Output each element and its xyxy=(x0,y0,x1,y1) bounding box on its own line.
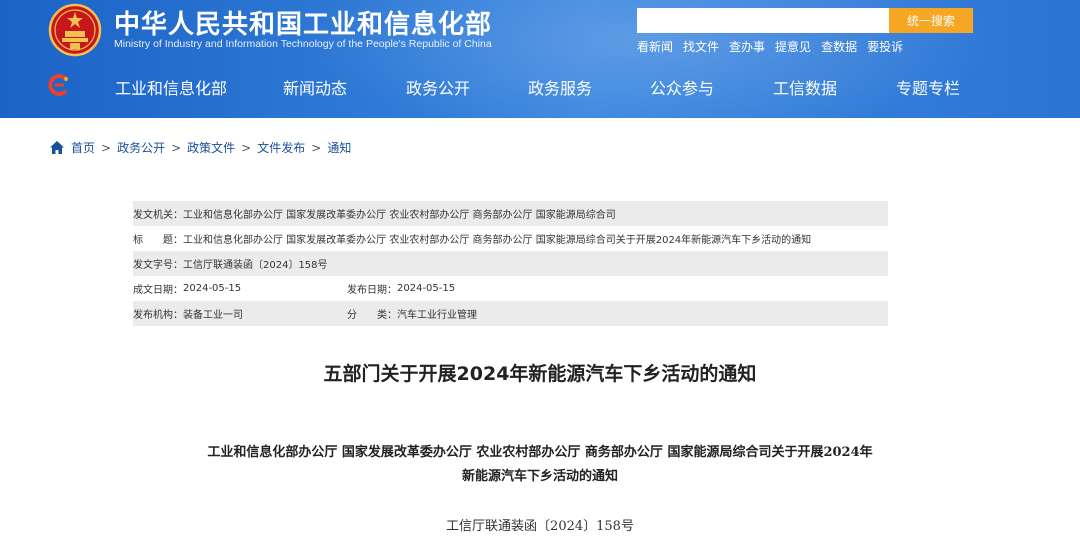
article-doc-number: 工信厅联通装函〔2024〕158号 xyxy=(446,519,634,534)
nav-item-data[interactable]: 工信数据 xyxy=(773,75,837,99)
site-subtitle: Ministry of Industry and Information Tec… xyxy=(114,38,492,50)
info-row-issuer: 发文机关： 工业和信息化部办公厅 国家发展改革委办公厅 农业农村部办公厅 商务部… xyxy=(133,201,888,226)
doc-number-label: 发文字号： xyxy=(133,260,183,271)
title-label: 标 题： xyxy=(133,235,183,246)
breadcrumb-document-release[interactable]: 文件发布 xyxy=(257,139,305,156)
breadcrumb-home[interactable]: 首页 xyxy=(71,139,95,156)
created-date-value: 2024-05-15 xyxy=(183,283,242,294)
category-value[interactable]: 汽车工业行业管理 xyxy=(397,306,477,321)
breadcrumb-separator: > xyxy=(311,140,322,155)
breadcrumb: 首页 > 政务公开 > 政策文件 > 文件发布 > 通知 xyxy=(50,139,351,156)
nav-item-public-participation[interactable]: 公众参与 xyxy=(650,75,714,99)
breadcrumb-government-affairs[interactable]: 政务公开 xyxy=(117,139,165,156)
doc-number-value: 工信厅联通装函〔2024〕158号 xyxy=(183,260,328,271)
breadcrumb-notice[interactable]: 通知 xyxy=(327,139,351,156)
nav-item-special-topics[interactable]: 专题专栏 xyxy=(896,75,960,99)
site-title[interactable]: 中华人民共和国工业和信息化部 xyxy=(114,4,492,41)
breadcrumb-separator: > xyxy=(101,140,112,155)
agency-label: 发布机构： xyxy=(133,310,183,321)
quick-link-data[interactable]: 查数据 xyxy=(821,38,857,55)
quick-link-news[interactable]: 看新闻 xyxy=(637,38,673,55)
agency-value: 装备工业一司 xyxy=(183,310,243,321)
breadcrumb-separator: > xyxy=(241,140,252,155)
nav-item-miit[interactable]: 工业和信息化部 xyxy=(115,75,227,99)
breadcrumb-separator: > xyxy=(171,140,182,155)
published-date-label: 发布日期： xyxy=(347,285,397,296)
home-icon xyxy=(50,141,64,154)
site-header: 中华人民共和国工业和信息化部 Ministry of Industry and … xyxy=(0,0,1080,118)
article-heading: 工业和信息化部办公厅 国家发展改革委办公厅 农业农村部办公厅 商务部办公厅 国家… xyxy=(135,441,945,489)
info-row-doc-number: 发文字号： 工信厅联通装函〔2024〕158号 xyxy=(133,251,888,276)
info-row-agency: 发布机构： 装备工业一司 分 类： 汽车工业行业管理 xyxy=(133,301,888,326)
nav-item-government-affairs[interactable]: 政务公开 xyxy=(406,75,470,99)
article-heading-line: 工业和信息化部办公厅 国家发展改革委办公厅 农业农村部办公厅 商务部办公厅 国家… xyxy=(207,445,873,460)
issuer-label: 发文机关： xyxy=(133,210,183,221)
quick-link-feedback[interactable]: 提意见 xyxy=(775,38,811,55)
article-heading-line: 新能源汽车下乡活动的通知 xyxy=(461,469,618,484)
search-button[interactable]: 统一搜索 xyxy=(889,8,973,33)
quick-link-services[interactable]: 查办事 xyxy=(729,38,765,55)
quick-links: 看新闻 找文件 查办事 提意见 查数据 要投诉 xyxy=(637,38,903,55)
quick-link-files[interactable]: 找文件 xyxy=(683,38,719,55)
breadcrumb-policy-documents[interactable]: 政策文件 xyxy=(187,139,235,156)
info-row-dates: 成文日期： 2024-05-15 发布日期： 2024-05-15 xyxy=(133,276,888,301)
national-emblem-icon[interactable] xyxy=(48,3,102,57)
main-nav: 工业和信息化部 新闻动态 政务公开 政务服务 公众参与 工信数据 专题专栏 xyxy=(0,72,1080,102)
info-row-title: 标 题： 工业和信息化部办公厅 国家发展改革委办公厅 农业农村部办公厅 商务部办… xyxy=(133,226,888,251)
quick-link-complaint[interactable]: 要投诉 xyxy=(867,38,903,55)
article-title: 五部门关于开展2024年新能源汽车下乡活动的通知 xyxy=(323,363,757,385)
document-info-table: 发文机关： 工业和信息化部办公厅 国家发展改革委办公厅 农业农村部办公厅 商务部… xyxy=(133,201,888,326)
nav-item-government-services[interactable]: 政务服务 xyxy=(528,75,592,99)
issuer-value: 工业和信息化部办公厅 国家发展改革委办公厅 农业农村部办公厅 商务部办公厅 国家… xyxy=(183,210,616,221)
category-label: 分 类： xyxy=(347,310,397,321)
search-input[interactable] xyxy=(637,8,889,33)
nav-item-news[interactable]: 新闻动态 xyxy=(283,75,347,99)
published-date-value: 2024-05-15 xyxy=(397,283,456,294)
created-date-label: 成文日期： xyxy=(133,285,183,296)
title-value: 工业和信息化部办公厅 国家发展改革委办公厅 农业农村部办公厅 商务部办公厅 国家… xyxy=(183,235,812,246)
